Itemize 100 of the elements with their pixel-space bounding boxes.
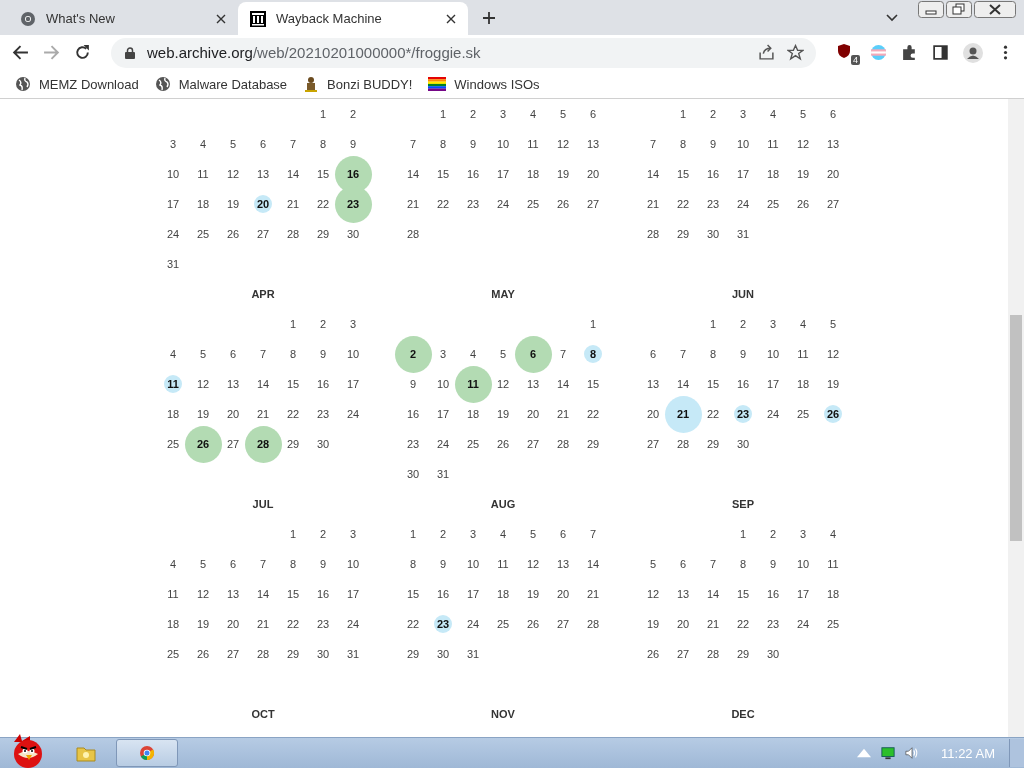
calendar-day: 2 bbox=[439, 528, 447, 540]
capture-day[interactable]: 23 bbox=[734, 405, 752, 423]
calendar-day: 9 bbox=[319, 558, 327, 570]
capture-day[interactable]: 11 bbox=[164, 375, 182, 393]
calendar-day: 30 bbox=[406, 468, 420, 480]
capture-day[interactable]: 8 bbox=[584, 345, 602, 363]
calendar-day: 10 bbox=[466, 558, 480, 570]
calendar-day: 1 bbox=[709, 318, 717, 330]
speaker-icon[interactable] bbox=[905, 746, 920, 760]
scrollbar-thumb[interactable] bbox=[1010, 315, 1022, 541]
calendar-day: 19 bbox=[196, 408, 210, 420]
calendar-day: 12 bbox=[796, 138, 810, 150]
capture-day[interactable]: 20 bbox=[254, 195, 272, 213]
calendar-day: 26 bbox=[646, 648, 660, 660]
calendar-day: 10 bbox=[796, 558, 810, 570]
close-icon[interactable] bbox=[974, 1, 1016, 18]
close-icon[interactable] bbox=[446, 13, 456, 24]
shield-icon bbox=[836, 42, 852, 59]
calendar-day: 10 bbox=[766, 348, 780, 360]
calendar-day: 23 bbox=[406, 438, 420, 450]
calendar-day: 6 bbox=[259, 138, 267, 150]
calendar-day: 27 bbox=[526, 438, 540, 450]
capture-day[interactable]: 26 bbox=[184, 425, 222, 463]
month-label: SEP bbox=[732, 498, 754, 510]
calendar-day: 5 bbox=[199, 558, 207, 570]
star-icon[interactable] bbox=[787, 44, 804, 61]
capture-day[interactable]: 23 bbox=[434, 615, 452, 633]
calendar-day: 16 bbox=[316, 588, 330, 600]
calendar-day: 21 bbox=[706, 618, 720, 630]
calendar-day: 31 bbox=[166, 258, 180, 270]
calendar-day: 22 bbox=[316, 198, 330, 210]
bookmark-item[interactable]: Bonzi BUDDY! bbox=[303, 76, 413, 92]
calendar-day: 31 bbox=[436, 468, 450, 480]
calendar-day: 25 bbox=[466, 438, 480, 450]
calendar-day: 6 bbox=[229, 558, 237, 570]
chevron-down-icon[interactable] bbox=[886, 14, 898, 22]
monitor-icon[interactable] bbox=[881, 746, 896, 760]
chrome-logo-icon bbox=[139, 745, 155, 761]
back-arrow-icon[interactable] bbox=[12, 44, 29, 61]
calendar-day: 28 bbox=[406, 228, 420, 240]
calendar-day: 12 bbox=[646, 588, 660, 600]
calendar-day: 29 bbox=[286, 648, 300, 660]
calendar-day: 19 bbox=[556, 168, 570, 180]
capture-day[interactable]: 21 bbox=[664, 395, 702, 433]
puzzle-piece-icon[interactable] bbox=[901, 44, 918, 61]
calendar-day: 24 bbox=[436, 438, 450, 450]
reload-icon[interactable] bbox=[74, 44, 91, 61]
calendar-day: 4 bbox=[169, 348, 177, 360]
calendar-day: 30 bbox=[316, 438, 330, 450]
calendar-day: 5 bbox=[559, 108, 567, 120]
calendar-day: 1 bbox=[289, 318, 297, 330]
calendar-day: 24 bbox=[466, 618, 480, 630]
calendar-day: 7 bbox=[679, 348, 687, 360]
calendar-day: 10 bbox=[496, 138, 510, 150]
bookmark-item[interactable]: Windows ISOs bbox=[428, 76, 540, 92]
calendar-day: 18 bbox=[526, 168, 540, 180]
calendar-day: 17 bbox=[166, 198, 180, 210]
calendar-day: 19 bbox=[196, 618, 210, 630]
restore-icon[interactable] bbox=[946, 1, 972, 18]
cartoon-figure-icon bbox=[303, 76, 320, 92]
calendar-day: 1 bbox=[589, 318, 597, 330]
calendar-day: 12 bbox=[556, 138, 570, 150]
calendar-day: 11 bbox=[167, 588, 179, 600]
calendar-day: 5 bbox=[829, 318, 837, 330]
share-icon[interactable] bbox=[758, 44, 775, 61]
calendar-day: 2 bbox=[469, 108, 477, 120]
calendar-day: 4 bbox=[529, 108, 537, 120]
capture-day[interactable]: 11 bbox=[454, 365, 492, 403]
calendar-day: 2 bbox=[769, 528, 777, 540]
capture-day[interactable]: 6 bbox=[514, 335, 552, 373]
calendar-day: 3 bbox=[739, 108, 747, 120]
calendar-day: 5 bbox=[649, 558, 657, 570]
address-bar[interactable]: web.archive.org/web/20210201000000*/froggie.sk bbox=[111, 37, 816, 68]
calendar-day: 16 bbox=[766, 588, 780, 600]
calendar-day: 24 bbox=[796, 618, 810, 630]
capture-day[interactable]: 26 bbox=[824, 405, 842, 423]
bookmark-item[interactable]: MEMZ Download bbox=[15, 76, 139, 92]
bookmark-item[interactable]: Malware Database bbox=[154, 76, 288, 92]
new-tab-icon[interactable] bbox=[482, 11, 496, 25]
calendar-day: 17 bbox=[466, 588, 480, 600]
calendar-day: 12 bbox=[196, 588, 210, 600]
browser-tab[interactable]: Wayback Machine bbox=[238, 2, 468, 35]
profile-avatar-icon[interactable] bbox=[963, 42, 983, 63]
calendar-day: 18 bbox=[766, 168, 780, 180]
calendar-day: 13 bbox=[226, 378, 240, 390]
browser-tab[interactable]: What's New bbox=[8, 2, 238, 35]
scrollbar[interactable] bbox=[1008, 99, 1024, 737]
close-icon[interactable] bbox=[216, 13, 226, 24]
calendar-day: 8 bbox=[739, 558, 747, 570]
side-panel-icon[interactable] bbox=[932, 44, 949, 61]
calendar-day: 14 bbox=[406, 168, 420, 180]
calendar-day: 11 bbox=[767, 138, 779, 150]
capture-day[interactable]: 2 bbox=[394, 335, 432, 373]
calendar-day: 29 bbox=[736, 648, 750, 660]
calendar-day: 21 bbox=[646, 198, 660, 210]
calendar-day: 21 bbox=[256, 618, 270, 630]
capture-day[interactable]: 28 bbox=[244, 425, 282, 463]
calendar-day: 1 bbox=[319, 108, 327, 120]
taskbar-button[interactable] bbox=[116, 739, 178, 767]
minimize-icon[interactable] bbox=[918, 1, 944, 18]
